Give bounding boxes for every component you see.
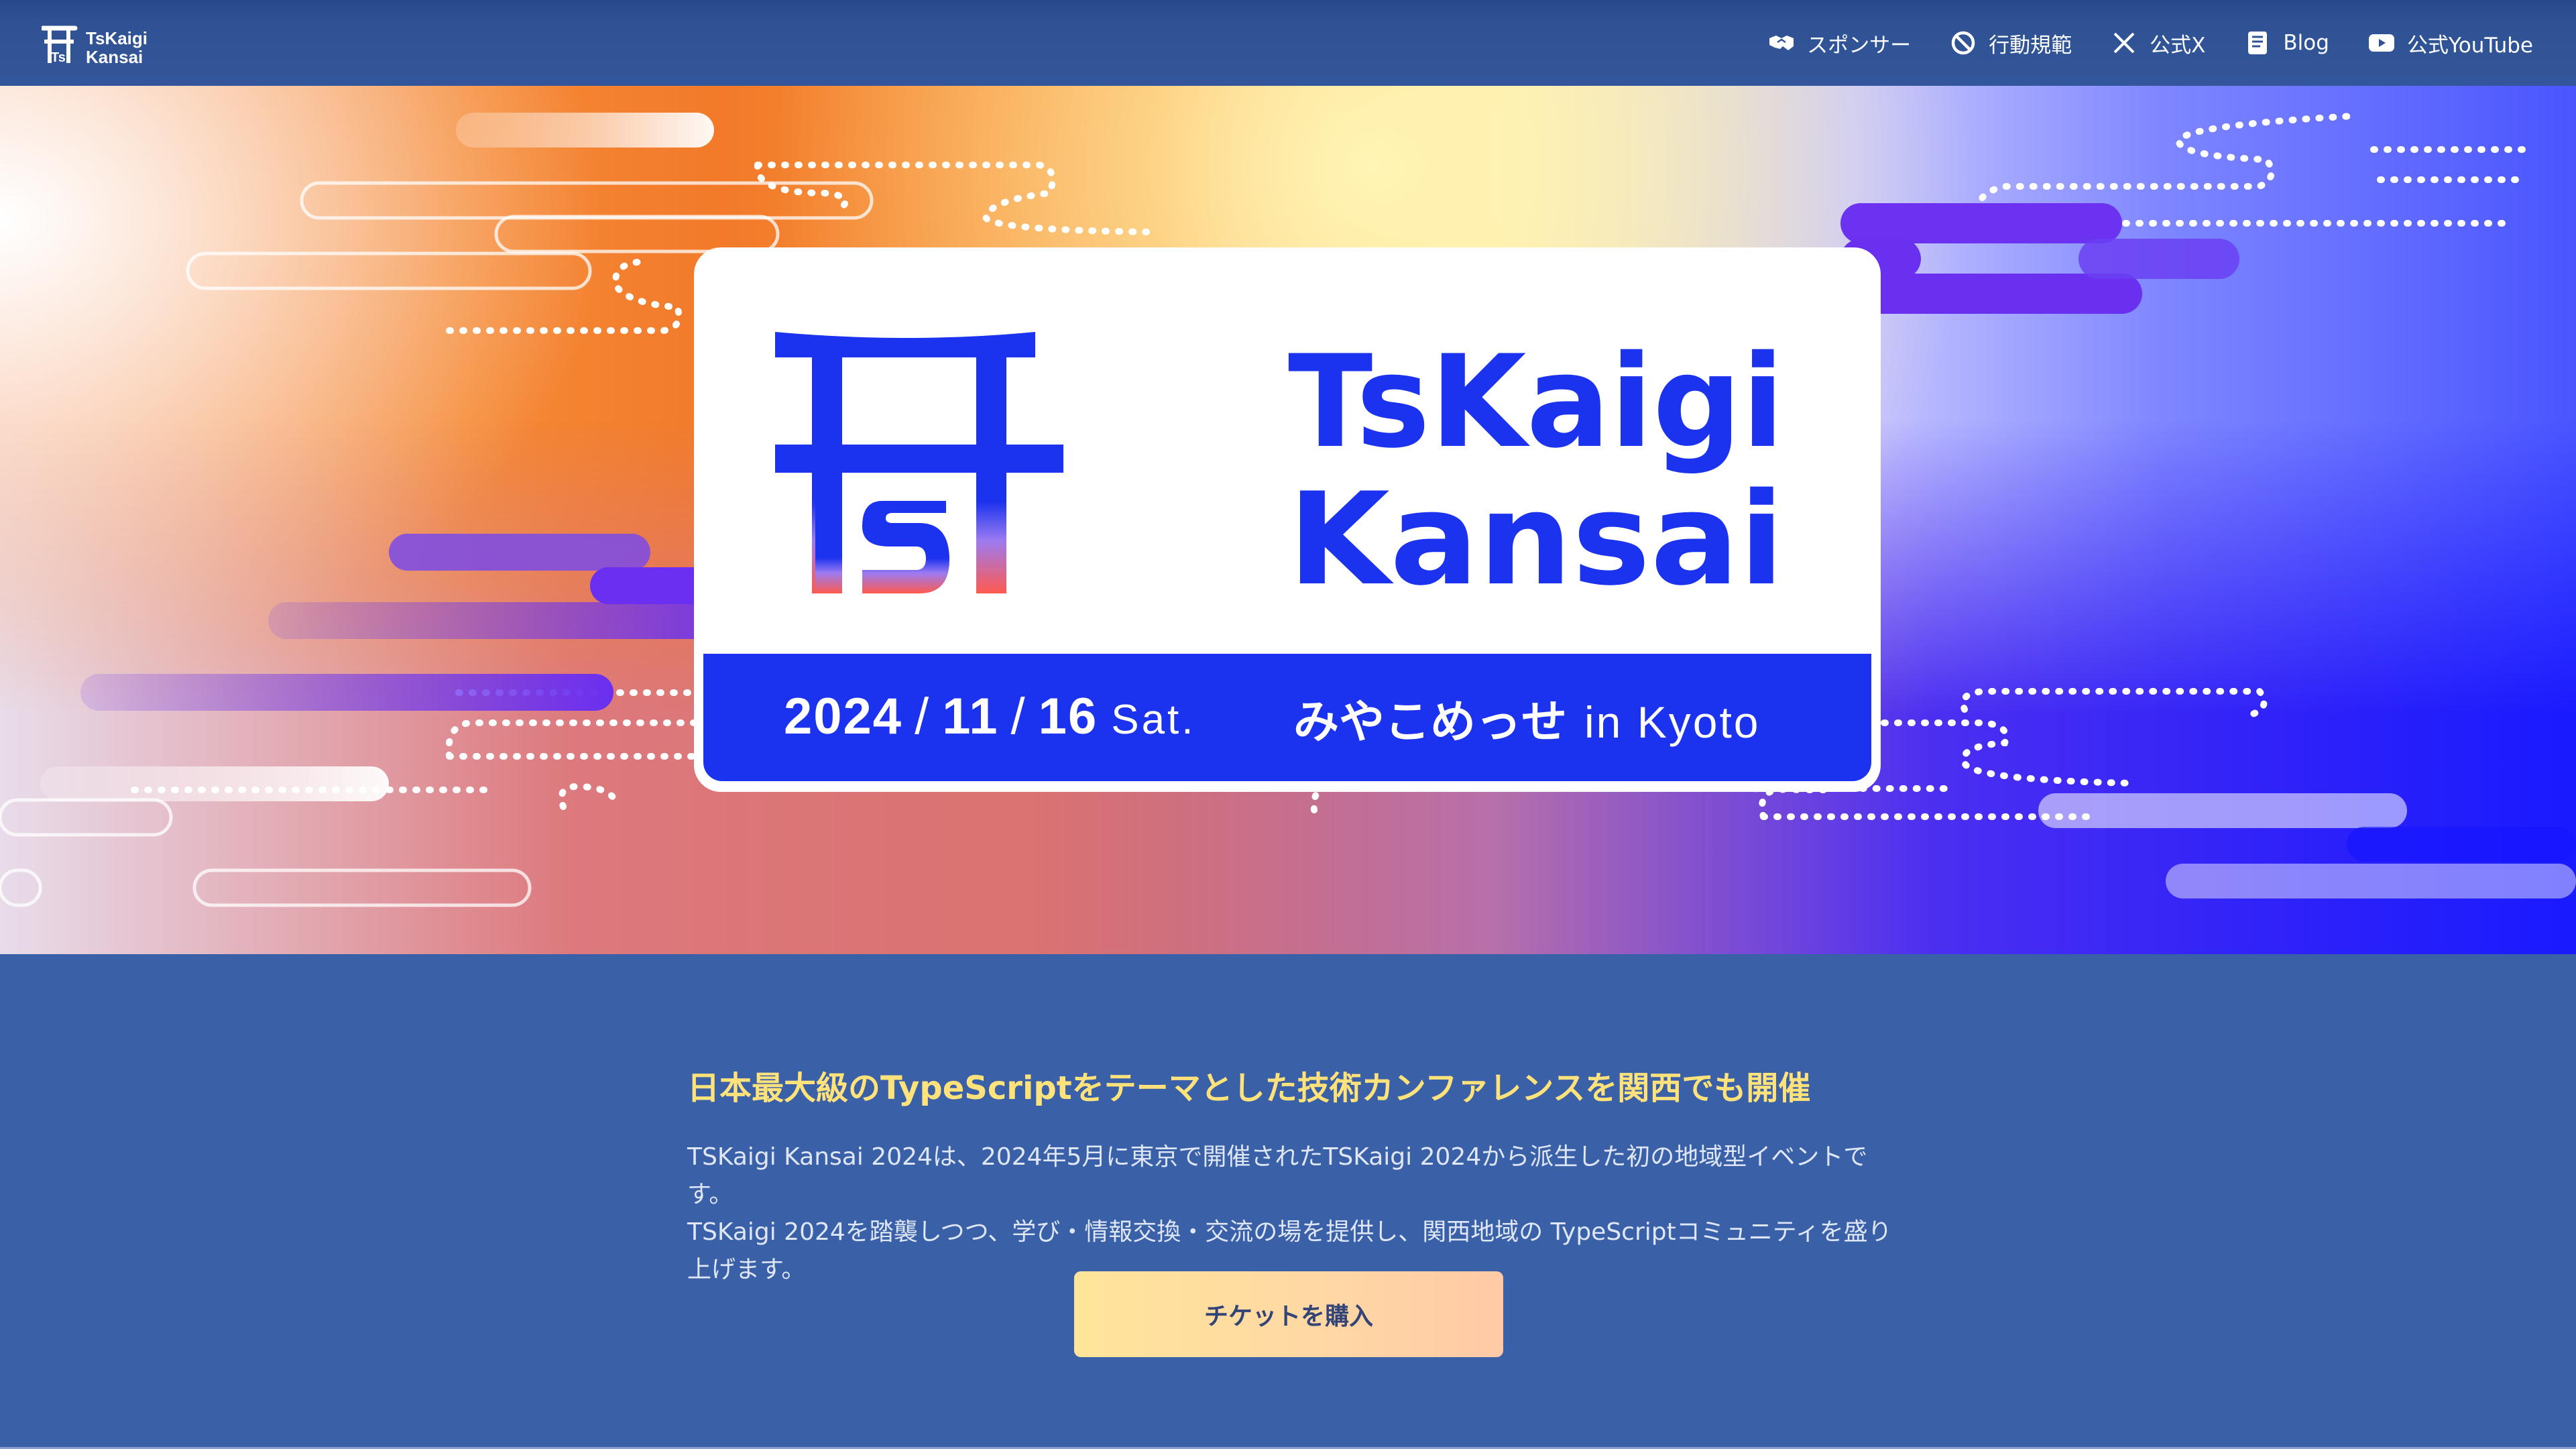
site-header: Ts TsKaigi Kansai スポンサー 行動規範 公式X Blog 公式… <box>0 0 2576 86</box>
nav-label: 公式X <box>2150 33 2206 58</box>
nav-label: スポンサー <box>1807 33 1912 58</box>
book-icon <box>2244 30 2271 56</box>
x-logo-icon <box>2111 30 2138 56</box>
nav-youtube[interactable]: 公式YouTube <box>2368 28 2533 58</box>
buy-ticket-button[interactable]: チケットを購入 <box>1074 1271 1503 1357</box>
nav-official-x[interactable]: 公式X <box>2111 28 2205 58</box>
nav-label: 公式YouTube <box>2406 33 2533 58</box>
tskaigi-kansai-wordmark: TsKaigi Kansai <box>1288 332 1784 593</box>
about-description: TSKaigi Kansai 2024は、2024年5月に東京で開催されたTSK… <box>687 1139 1894 1289</box>
event-date: 2024/11/16 Sat. <box>784 688 1196 745</box>
venue-name: みやこめっせ <box>1293 696 1568 749</box>
event-info-band: 2024/11/16 Sat. みやこめっせ in Kyoto <box>703 654 1871 781</box>
nav-label: 行動規範 <box>1989 33 2072 58</box>
svg-text:Ts: Ts <box>51 50 66 65</box>
date-weekday: Sat. <box>1111 697 1196 743</box>
torii-logo-icon: Ts TsKaigi Kansai <box>40 25 148 67</box>
about-heading: 日本最大級のTypeScriptをテーマとした技術カンファレンスを関西でも開催 <box>687 1069 1811 1107</box>
wordmark-line2: Kansai <box>1288 465 1784 593</box>
brand-line2: Kansai <box>86 47 143 66</box>
about-line: TSKaigi 2024を踏襲しつつ、学び・情報交換・交流の場を提供し、関西地域… <box>687 1218 1892 1246</box>
handshake-icon <box>1768 30 1795 56</box>
torii-mark-icon <box>775 332 1063 593</box>
ban-icon <box>1950 30 1977 56</box>
site-logo[interactable]: Ts TsKaigi Kansai <box>40 25 156 67</box>
main-nav: スポンサー 行動規範 公式X Blog 公式YouTube <box>1768 0 2533 86</box>
wordmark-line1: TsKaigi <box>1288 332 1784 476</box>
date-month: 11 <box>942 688 999 745</box>
event-card: TsKaigi Kansai 2024/11/16 Sat. みやこめっせ in K… <box>698 251 1877 788</box>
about-line: TSKaigi Kansai 2024は、2024年5月に東京で開催されたTSK… <box>687 1143 1868 1208</box>
nav-blog[interactable]: Blog <box>2244 30 2329 56</box>
about-section: 日本最大級のTypeScriptをテーマとした技術カンファレンスを関西でも開催 … <box>0 954 2576 1449</box>
event-venue: みやこめっせ in Kyoto <box>1293 685 1761 751</box>
date-year: 2024 <box>784 688 903 745</box>
nav-sponsor[interactable]: スポンサー <box>1768 28 1911 58</box>
venue-location: in Kyoto <box>1584 697 1761 747</box>
date-day: 16 <box>1038 688 1098 745</box>
nav-label: Blog <box>2283 31 2329 55</box>
nav-code-of-conduct[interactable]: 行動規範 <box>1950 28 2072 58</box>
brand-line1: TsKaigi <box>86 28 148 48</box>
youtube-icon <box>2368 30 2395 56</box>
hero-banner: TsKaigi Kansai 2024/11/16 Sat. みやこめっせ in K… <box>0 86 2576 954</box>
